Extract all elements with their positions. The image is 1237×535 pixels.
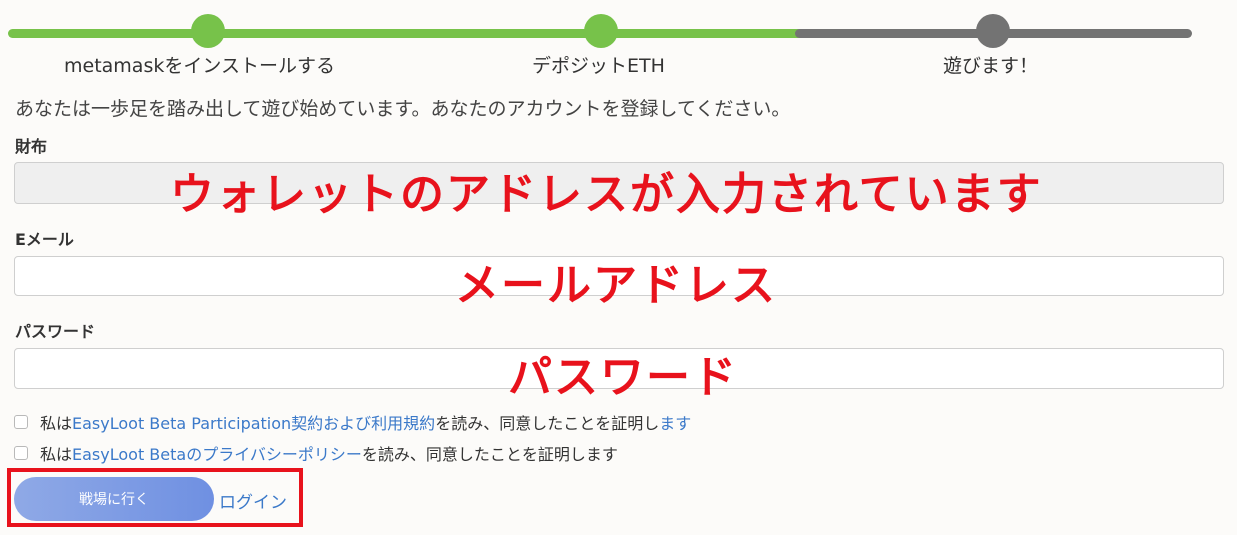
privacy-agreement-row: 私は EasyLoot Betaのプライバシーポリシー を読み、同意したことを証明し… <box>14 441 618 465</box>
privacy-checkbox[interactable] <box>14 446 28 460</box>
login-link[interactable]: ログイン <box>219 488 287 513</box>
terms-link[interactable]: EasyLoot Beta Participation契約および利用規約 <box>72 410 435 434</box>
wallet-label: 財布 <box>15 137 48 156</box>
progress-track-complete <box>8 29 803 38</box>
privacy-suffix: を読み、同意したことを証明します <box>361 445 618 464</box>
password-annotation: パスワード <box>508 352 738 403</box>
email-annotation: メールアドレス <box>455 260 777 311</box>
email-label: Eメール <box>15 230 74 249</box>
terms-checkbox[interactable] <box>14 415 28 429</box>
terms-agreement-row: 私は EasyLoot Beta Participation契約および利用規約 を読… <box>14 410 691 434</box>
terms-suffix: を読み、同意したことを証明し <box>435 414 660 433</box>
password-label: パスワード <box>15 322 96 341</box>
privacy-link[interactable]: EasyLoot Betaのプライバシーポリシー <box>72 441 362 465</box>
step-2-marker <box>584 14 618 48</box>
privacy-prefix: 私は <box>40 445 73 464</box>
terms-suffix-link[interactable]: ます <box>659 410 691 434</box>
step-3-label: 遊びます！ <box>943 55 1039 77</box>
step-2-label: デポジットETH <box>532 55 665 77</box>
step-3-marker <box>976 14 1010 48</box>
intro-text: あなたは一歩足を踏み出して遊び始めています。あなたのアカウントを登録してください… <box>15 98 791 120</box>
wallet-annotation: ウォレットのアドレスが入力されています <box>170 169 1043 220</box>
terms-prefix: 私は <box>40 414 73 433</box>
step-1-marker <box>191 14 225 48</box>
step-1-label: metamaskをインストールする <box>64 55 335 77</box>
go-to-battlefield-button[interactable]: 戦場に行く <box>14 477 214 521</box>
